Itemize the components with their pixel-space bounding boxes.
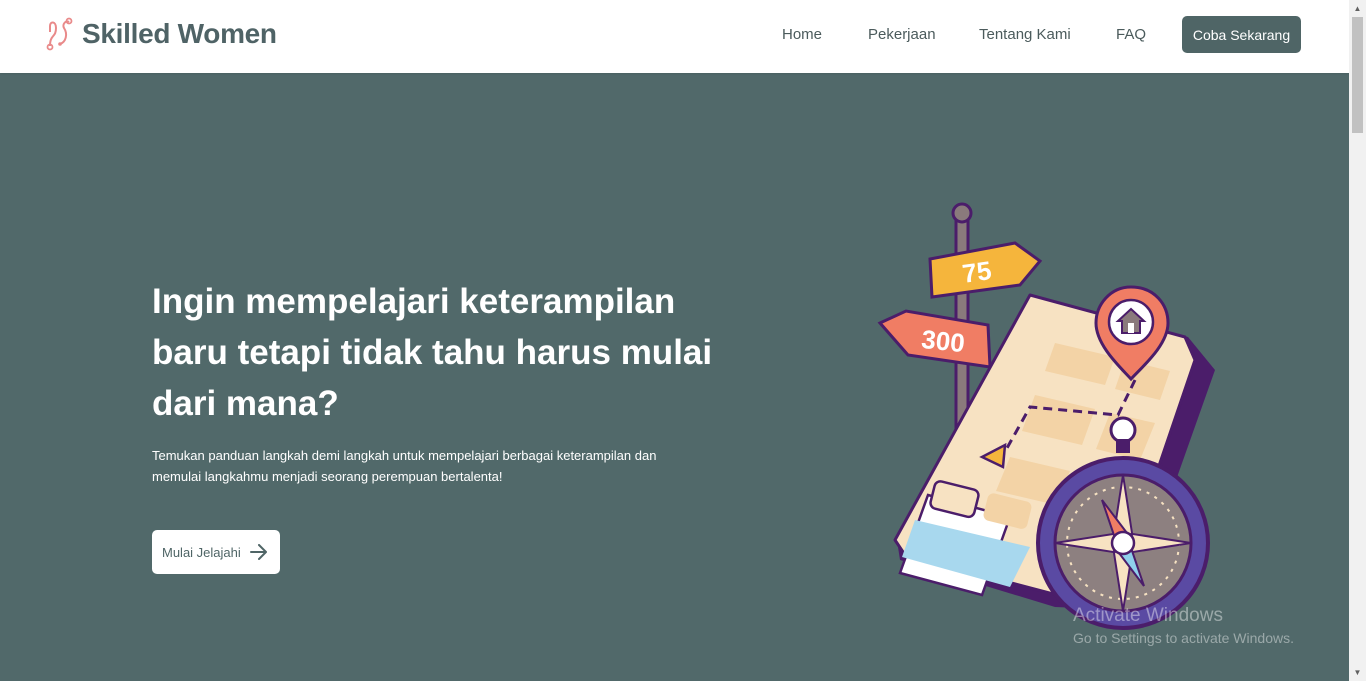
brand-logo[interactable]: Skilled Women [44, 16, 277, 52]
arrow-right-icon [249, 544, 267, 560]
hero-description: Temukan panduan langkah demi langkah unt… [152, 448, 657, 484]
activate-windows-watermark: Activate Windows Go to Settings to activ… [1073, 604, 1294, 647]
mulai-jelajahi-button[interactable]: Mulai Jelajahi [152, 530, 280, 574]
nav-link-pekerjaan[interactable]: Pekerjaan [868, 26, 936, 43]
scroll-down-arrow-icon[interactable]: ▼ [1349, 664, 1366, 681]
vertical-scrollbar[interactable]: ▲ ▼ [1349, 0, 1366, 681]
nav-link-home[interactable]: Home [782, 26, 822, 43]
scroll-up-arrow-icon[interactable]: ▲ [1349, 0, 1366, 17]
nav-link-faq[interactable]: FAQ [1116, 26, 1146, 43]
brand-name: Skilled Women [82, 18, 277, 49]
coba-sekarang-button[interactable]: Coba Sekarang [1182, 16, 1301, 53]
path-route-logo-icon [46, 17, 73, 51]
hero-title: Ingin mempelajari keterampilan baru teta… [152, 282, 713, 423]
sign-top-label: 75 [960, 255, 993, 289]
mulai-jelajahi-label: Mulai Jelajahi [162, 544, 241, 560]
map-navigation-illustration: 75 300 [877, 202, 1215, 630]
sign-bottom-label: 300 [920, 324, 966, 358]
watermark-subtitle: Go to Settings to activate Windows. [1073, 630, 1294, 646]
nav-link-tentang-kami[interactable]: Tentang Kami [979, 26, 1071, 43]
navbar: Skilled Women Home Pekerjaan Tentang Kam… [0, 0, 1349, 73]
watermark-title: Activate Windows [1073, 605, 1223, 626]
scrollbar-thumb[interactable] [1352, 17, 1363, 133]
